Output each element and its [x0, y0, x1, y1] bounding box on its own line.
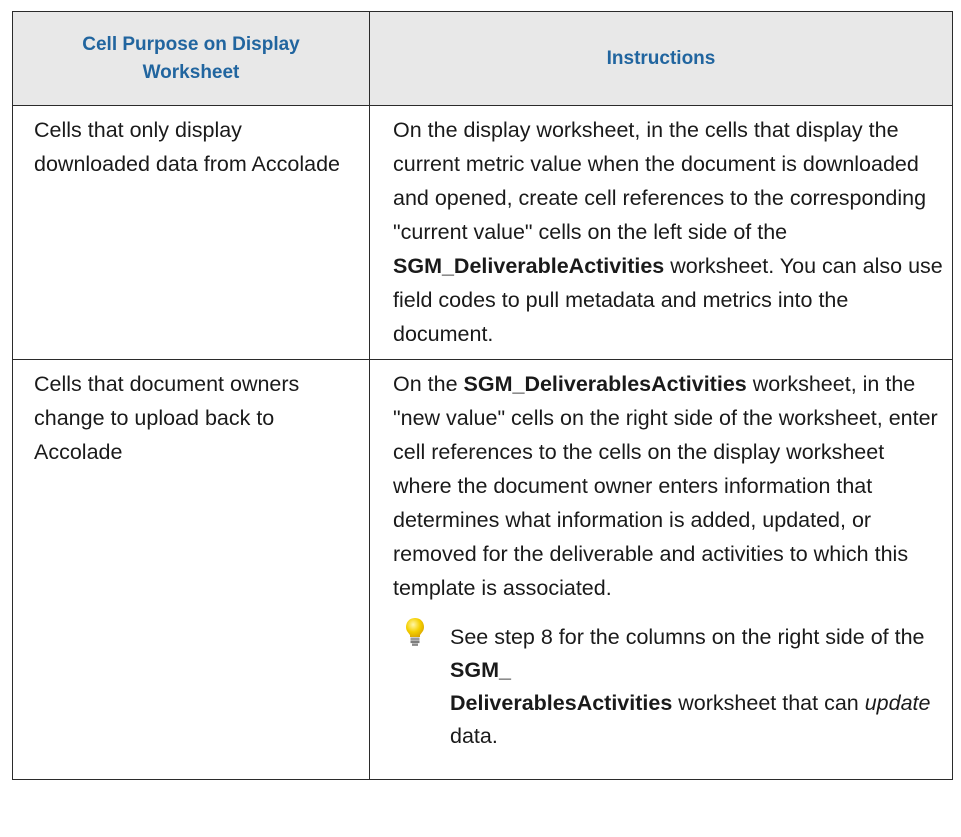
table-row: Cells that only display downloaded data …: [12, 105, 953, 360]
instruction-text: On the display worksheet, in the cells t…: [393, 118, 927, 244]
table-header-row: Cell Purpose on Display Worksheet Instru…: [12, 11, 953, 106]
lightbulb-icon: [406, 618, 424, 646]
table-row: Cells that document owners change to upl…: [12, 359, 953, 780]
emphasis-text: update: [864, 691, 931, 715]
instruction-paragraph: On the SGM_DeliverablesActivities worksh…: [393, 367, 948, 605]
worksheet-name: DeliverablesActivities: [450, 691, 673, 715]
instructions-table: Cell Purpose on Display Worksheet Instru…: [12, 11, 953, 780]
tip-note: See step 8 for the columns on the right …: [393, 618, 948, 753]
instruction-text: worksheet, in the "new value" cells on t…: [393, 372, 938, 600]
worksheet-name: SGM_DeliverablesActivities: [463, 372, 747, 396]
instructions-cell: On the display worksheet, in the cells t…: [369, 105, 953, 360]
purpose-cell: Cells that only display downloaded data …: [12, 105, 370, 360]
worksheet-name: SGM_: [450, 658, 511, 682]
purpose-cell: Cells that document owners change to upl…: [12, 359, 370, 780]
instruction-text: On the: [393, 372, 464, 396]
header-cell-purpose: Cell Purpose on Display Worksheet: [12, 11, 370, 106]
header-cell-instructions: Instructions: [369, 11, 953, 106]
worksheet-name: SGM_DeliverableActivities: [393, 254, 665, 278]
instructions-cell: On the SGM_DeliverablesActivities worksh…: [369, 359, 953, 780]
tip-text: See step 8 for the columns on the right …: [450, 625, 925, 649]
tip-text: worksheet that can: [672, 691, 865, 715]
tip-text: data.: [450, 724, 498, 748]
